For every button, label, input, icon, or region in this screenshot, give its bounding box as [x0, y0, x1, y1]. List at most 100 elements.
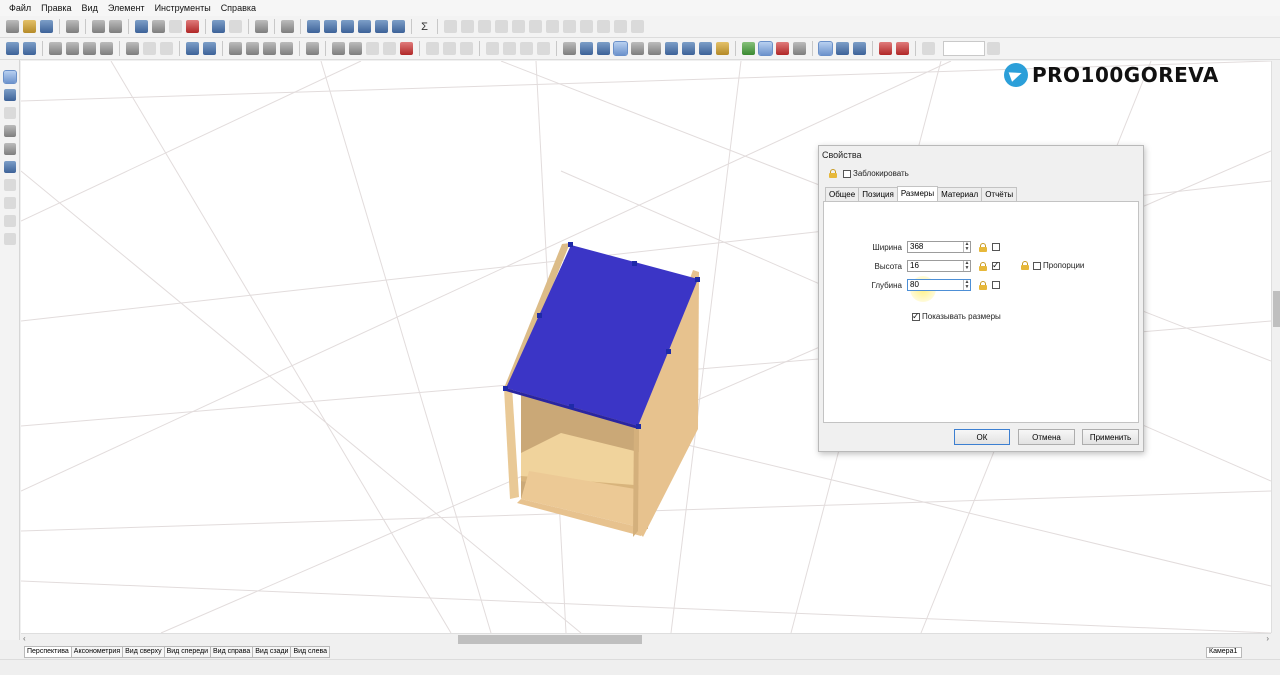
layers-icon[interactable] [3, 107, 16, 119]
shape-alt-icon[interactable] [383, 42, 396, 55]
handle[interactable] [569, 404, 574, 409]
view-persp-icon[interactable] [613, 41, 628, 56]
handle[interactable] [632, 261, 637, 266]
align-top-icon[interactable] [495, 20, 508, 33]
camera-select[interactable]: Камера1 [1206, 647, 1242, 658]
dimensions-icon[interactable] [758, 41, 773, 56]
ruler-icon[interactable] [853, 42, 866, 55]
line-icon[interactable] [426, 42, 439, 55]
zoom-selection-icon[interactable] [324, 20, 337, 33]
globe-icon[interactable] [212, 20, 225, 33]
zoom-out-icon[interactable] [987, 42, 1000, 55]
export-icon[interactable] [109, 20, 122, 33]
move-icon[interactable] [186, 42, 199, 55]
menu-file[interactable]: Файл [4, 3, 36, 13]
line-vertical-icon[interactable] [443, 42, 456, 55]
align-front-icon[interactable] [580, 20, 593, 33]
handle[interactable] [636, 424, 641, 429]
tab-axonometry[interactable]: Аксонометрия [70, 646, 124, 658]
distribute-icon[interactable] [546, 20, 559, 33]
tab-top-view[interactable]: Вид сверху [122, 646, 165, 658]
shape-edit-icon[interactable] [3, 143, 16, 155]
table-grid-icon[interactable] [776, 42, 789, 55]
panel-icon[interactable] [306, 42, 319, 55]
align-back-icon[interactable] [597, 20, 610, 33]
view-front-icon[interactable] [563, 42, 576, 55]
grid-select-icon[interactable] [3, 89, 16, 101]
print-icon[interactable] [92, 20, 105, 33]
width-input[interactable]: 368 ▲ ▼ [907, 241, 971, 253]
open-folder-icon[interactable] [23, 20, 36, 33]
vertical-scrollbar[interactable] [1271, 61, 1280, 633]
scroll-right-icon[interactable]: › [1266, 634, 1269, 643]
handle[interactable] [666, 349, 671, 354]
menu-view[interactable]: Вид [77, 3, 103, 13]
scroll-left-icon[interactable]: ‹ [23, 634, 26, 643]
scale-icon[interactable] [263, 42, 276, 55]
show-dims-checkbox[interactable] [912, 311, 920, 322]
split-icon[interactable] [503, 42, 516, 55]
magnet-icon[interactable] [879, 42, 892, 55]
tab-dimensions[interactable]: Размеры [896, 186, 939, 201]
move-tool-icon[interactable] [246, 42, 259, 55]
copy-icon[interactable] [152, 20, 165, 33]
handle[interactable] [695, 277, 700, 282]
mirror-icon[interactable] [6, 42, 19, 55]
handle[interactable] [568, 242, 573, 247]
window-icon[interactable] [281, 20, 294, 33]
textured-icon[interactable] [665, 42, 678, 55]
tab-perspective[interactable]: Перспектива [24, 646, 72, 658]
rotate-back-icon[interactable] [100, 42, 113, 55]
depth-lock-icon[interactable] [979, 280, 987, 290]
speaker-icon[interactable] [836, 42, 849, 55]
tab-material[interactable]: Материал [937, 187, 983, 202]
align-center-icon[interactable] [461, 20, 474, 33]
height-checkbox[interactable] [992, 260, 1000, 271]
cancel-button[interactable]: Отмена [1018, 429, 1075, 445]
properties-icon[interactable] [255, 20, 268, 33]
menu-tools[interactable]: Инструменты [150, 3, 216, 13]
view-top-icon[interactable] [580, 42, 593, 55]
group-icon[interactable] [631, 20, 644, 33]
print-preview-icon[interactable] [66, 20, 79, 33]
flip-icon[interactable] [49, 42, 62, 55]
height-spinner[interactable]: ▲ ▼ [963, 261, 970, 271]
tab-right-view[interactable]: Вид справа [210, 646, 254, 658]
height-input[interactable]: 16 ▲ ▼ [907, 260, 971, 272]
shape-icon[interactable] [366, 42, 379, 55]
align-left-icon[interactable] [444, 20, 457, 33]
horizontal-scrollbar[interactable]: ‹ › [21, 633, 1271, 644]
width-spinner[interactable]: ▲ ▼ [963, 242, 970, 252]
zoom-combo[interactable] [943, 41, 985, 56]
proportions-lock-icon[interactable] [1021, 261, 1029, 270]
paste-icon[interactable] [169, 20, 182, 33]
height-lock-icon[interactable] [979, 261, 987, 271]
depth-spinner[interactable]: ▲ ▼ [963, 280, 970, 290]
light-bulb-icon[interactable] [716, 42, 729, 55]
depth-checkbox[interactable] [992, 281, 1000, 289]
measure-icon[interactable] [280, 42, 293, 55]
edit-icon[interactable] [3, 179, 16, 191]
stack-icon[interactable] [614, 20, 627, 33]
grid-icon[interactable] [126, 42, 139, 55]
tab-left-view[interactable]: Вид слева [290, 646, 331, 658]
width-lock-icon[interactable] [979, 242, 987, 252]
tab-front-view[interactable]: Вид спереди [163, 646, 212, 658]
zoom-icon[interactable] [922, 42, 935, 55]
lock-checkbox[interactable] [843, 169, 851, 178]
rotate-tool-icon[interactable] [229, 42, 242, 55]
edit-alt-icon[interactable] [3, 197, 16, 209]
eye-icon[interactable] [793, 42, 806, 55]
align-right-icon[interactable] [478, 20, 491, 33]
edit-check-icon[interactable] [3, 215, 16, 227]
cabinet-model[interactable] [503, 242, 700, 537]
stop-icon[interactable] [400, 42, 413, 55]
ok-button[interactable]: ОК [954, 429, 1010, 445]
line-dimension-icon[interactable] [460, 42, 473, 55]
tab-reports[interactable]: Отчёты [981, 187, 1018, 202]
diamond-icon[interactable] [818, 41, 833, 56]
horizontal-scroll-thumb[interactable] [458, 635, 642, 644]
snap-grid-icon[interactable] [160, 42, 173, 55]
cut-panel-icon[interactable] [520, 42, 533, 55]
handle[interactable] [503, 386, 508, 391]
